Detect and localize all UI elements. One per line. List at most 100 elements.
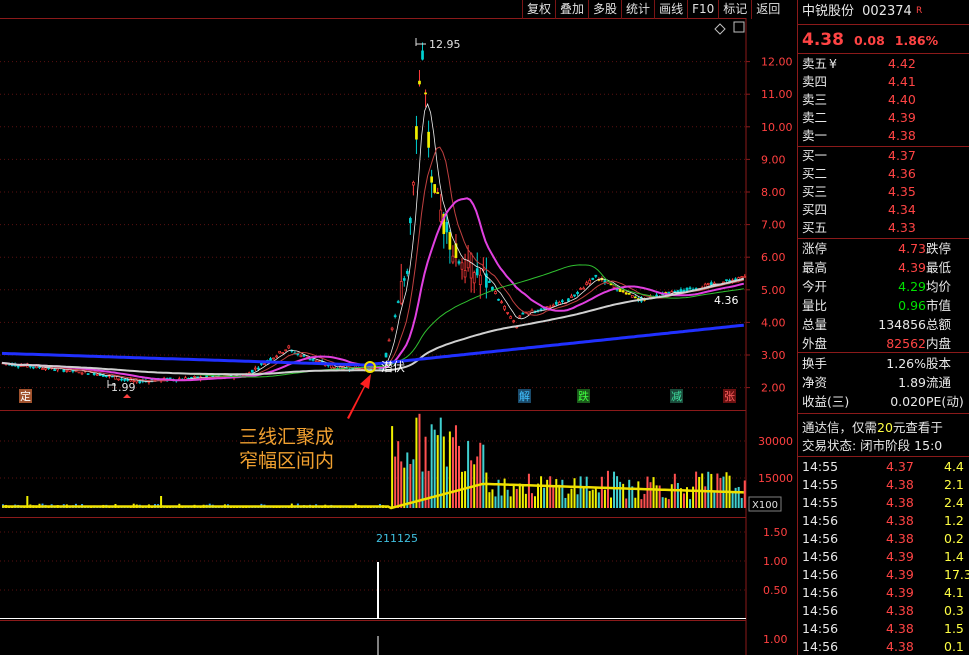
stat-label: 今开 (802, 279, 828, 294)
toolbar-button-1[interactable]: 叠加 (555, 0, 588, 19)
tick-time: 14:55 (802, 459, 839, 474)
buy-level-label: 买四 (802, 202, 828, 217)
stat-row: 涨停 4.73 跌停 (802, 240, 969, 257)
stat-row: 最高 4.39 最低 (802, 259, 969, 276)
tick-volume: 1.5 (944, 621, 964, 636)
stat-label-2: 内盘 (926, 336, 952, 351)
tick-row[interactable]: 14:56 4.38 0.2 (802, 530, 969, 547)
event-tag-4[interactable]: 张 (723, 389, 736, 403)
tick-price: 4.39 (886, 567, 914, 582)
tick-row[interactable]: 14:56 4.38 0.1 (802, 638, 969, 655)
promo-number: 20 (877, 420, 893, 435)
buy-row[interactable]: 买一 4.37 (802, 147, 916, 164)
buy-level-label: 买三 (802, 184, 828, 199)
tick-row[interactable]: 14:56 4.38 1.5 (802, 620, 969, 637)
toolbar-button-0[interactable]: 复权 (522, 0, 555, 19)
stat-value: 4.39 (898, 260, 926, 275)
high-price-label: 12.95 (429, 38, 461, 51)
sell-level-extra: ¥ (829, 56, 837, 71)
toolbar-button-4[interactable]: 画线 (654, 0, 687, 19)
price-axis-label: 11.00 (761, 88, 793, 101)
event-tag-label: 定 (20, 389, 31, 403)
stat2-value: 1.26% (886, 356, 926, 371)
tick-row[interactable]: 14:56 4.38 0.3 (802, 602, 969, 619)
sell-row[interactable]: 卖四 4.41 (802, 73, 916, 90)
tick-row[interactable]: 14:56 4.39 17.3 (802, 566, 969, 583)
buy-price: 4.33 (888, 220, 916, 235)
sell-row[interactable]: 卖五 ¥4.42 (802, 55, 916, 72)
sell-price: 4.38 (888, 128, 916, 143)
buy-row[interactable]: 买二 4.36 (802, 165, 916, 182)
low-price-label: 1.99 (111, 381, 136, 394)
event-tag-label: 张 (724, 390, 735, 403)
toolbar-button-6[interactable]: 标记 (718, 0, 751, 19)
price-axis-label: 5.00 (761, 284, 786, 297)
buy-row[interactable]: 买三 4.35 (802, 183, 916, 200)
promo-banner[interactable]: 通达信，仅需20元查看于 (802, 419, 943, 436)
sell-level-label: 卖五 (802, 56, 828, 71)
tick-time: 14:56 (802, 513, 839, 528)
toolbar-button-5[interactable]: F10 (687, 0, 718, 19)
volume-unit-label: X100 (752, 500, 778, 511)
promo-text: 通达信，仅需 (802, 420, 878, 435)
annotation-line1: 三线汇聚成 (239, 426, 334, 448)
buy-row[interactable]: 买四 4.34 (802, 201, 916, 218)
price-axis-label: 9.00 (761, 153, 786, 166)
tick-volume: 2.4 (944, 495, 964, 510)
stat2-label: 净资 (802, 375, 828, 390)
sell-row[interactable]: 卖二 4.39 (802, 109, 916, 126)
volume-axis-label: 30000 (758, 435, 793, 448)
volume-axis-label: 15000 (758, 472, 793, 485)
toolbar-button-2[interactable]: 多股 (588, 0, 621, 19)
toolbar-button-7[interactable]: 返回 (751, 0, 784, 19)
tick-volume: 17.3 (944, 567, 969, 582)
tick-volume: 1.2 (944, 513, 964, 528)
tick-row[interactable]: 14:56 4.39 4.1 (802, 584, 969, 601)
tick-price: 4.39 (886, 585, 914, 600)
price-axis-label: 10.00 (761, 121, 793, 134)
price-axis-label: 2.00 (761, 382, 786, 395)
sell-level-label: 卖二 (802, 110, 828, 125)
tick-time: 14:56 (802, 621, 839, 636)
tick-price: 4.38 (886, 603, 914, 618)
toolbar-button-3[interactable]: 统计 (621, 0, 654, 19)
stock-name: 中锐股份 (802, 4, 855, 19)
stat-label-2: 跌停 (926, 241, 952, 256)
sell-level-label: 卖三 (802, 92, 828, 107)
latent-marker-label: 潜伏 (381, 360, 405, 374)
event-tag-label: 跌 (578, 389, 589, 403)
tick-volume: 0.1 (944, 639, 964, 654)
tick-price: 4.38 (886, 513, 914, 528)
event-tag-3[interactable]: 减 (670, 389, 683, 403)
tick-row[interactable]: 14:55 4.37 4.4 (802, 458, 969, 475)
tick-row[interactable]: 14:56 4.39 1.4 (802, 548, 969, 565)
sell-price: 4.40 (888, 92, 916, 107)
sell-row[interactable]: 卖一 4.38 (802, 127, 916, 144)
tick-price: 4.38 (886, 531, 914, 546)
stock-chart-app: 12.00 11.00 10.00 9.00 8.00 7.00 6.00 5.00 4.00 3… (0, 0, 969, 655)
tick-volume: 1.4 (944, 549, 964, 564)
event-tag-1[interactable]: 解 (518, 389, 531, 403)
event-tag-2[interactable]: 跌 (577, 389, 590, 403)
stat-value: 82562 (886, 336, 926, 351)
chart-area[interactable]: 12.00 11.00 10.00 9.00 8.00 7.00 6.00 5.00 4.00 3… (0, 0, 797, 655)
sell-row[interactable]: 卖三 4.40 (802, 91, 916, 108)
tick-row[interactable]: 14:55 4.38 2.4 (802, 494, 969, 511)
price-line: 4.38 0.08 1.86% (802, 30, 938, 50)
event-tag-0[interactable]: 定 (19, 389, 32, 403)
price-axis-label: 6.00 (761, 251, 786, 264)
buy-row[interactable]: 买五 4.33 (802, 219, 916, 236)
stat-label: 外盘 (802, 336, 828, 351)
tick-row[interactable]: 14:56 4.38 1.2 (802, 512, 969, 529)
sell-price: 4.39 (888, 110, 916, 125)
tick-price: 4.39 (886, 549, 914, 564)
stat-label: 总量 (802, 317, 828, 332)
buy-level-label: 买一 (802, 148, 828, 163)
price-axis-label: 7.00 (761, 219, 786, 232)
stock-code: 002374 (862, 4, 912, 19)
tick-row[interactable]: 14:55 4.38 2.1 (802, 476, 969, 493)
event-tag-label: 解 (519, 389, 530, 403)
tick-time: 14:56 (802, 531, 839, 546)
indicator-peak-label: 211125 (376, 532, 418, 545)
indicator-axis-label: 1.00 (763, 555, 788, 568)
